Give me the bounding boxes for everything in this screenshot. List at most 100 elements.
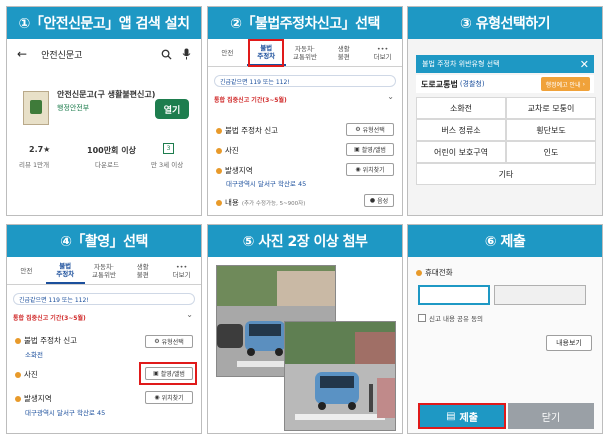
- period-notice: 통합 집중신고 기간(3~5월): [13, 315, 86, 322]
- panel-step-1: ①「안전신문고」앱 검색 설치 ← 안전신문고 안전신문고(구 생활불편신고) …: [6, 6, 202, 216]
- app-stats: 2.7★ 리뷰 1만개 100만회 이상 다운로드 3 만 3세 이상: [7, 143, 201, 185]
- document-icon: ▤: [446, 410, 456, 422]
- phone-input-2[interactable]: [494, 285, 586, 305]
- panel-title: ①「안전신문고」앱 검색 설치: [7, 7, 201, 39]
- tab-safety[interactable]: 안전: [208, 39, 247, 66]
- tab-living-inconvenience[interactable]: 생활 불편: [123, 257, 162, 284]
- item-label: 발생지역: [225, 166, 253, 175]
- checkbox[interactable]: [418, 314, 426, 322]
- dialog-title-bar: 불법 주정차 위반유형 선택 ✕: [416, 55, 594, 73]
- selected-type: 소화전: [25, 351, 43, 359]
- search-text: 안전신문고: [41, 50, 83, 61]
- button-label: 위치찾기: [161, 395, 184, 402]
- rating-sub: 리뷰 1만개: [19, 161, 50, 169]
- emergency-notice: 긴급같으면 119 또는 112!: [13, 293, 195, 305]
- age-sub: 만 3세 이상: [151, 161, 184, 169]
- emergency-notice: 긴급같으면 119 또는 112!: [214, 75, 396, 87]
- option-crosswalk[interactable]: 횡단보도: [506, 119, 596, 141]
- road-law-row: 도로교통법 (경찰청) 행정예고 안내 ›: [416, 75, 594, 93]
- bullet-icon: [216, 167, 222, 174]
- item-photo: 사진: [216, 145, 239, 156]
- chevron-down-icon[interactable]: ⌄: [387, 92, 394, 101]
- search-bar[interactable]: ← 안전신문고: [7, 39, 201, 69]
- panel-step-5: ⑤ 사진 2장 이상 첨부: [207, 224, 403, 434]
- downloads-value: 100만회 이상: [87, 146, 136, 155]
- phone-input-1[interactable]: [418, 285, 490, 305]
- option-school-zone[interactable]: 어린이 보호구역: [416, 141, 506, 163]
- microphone-icon: ●: [369, 197, 376, 204]
- address-text: 대구광역시 달서구 학산로 45: [226, 180, 307, 188]
- camera-icon: ▣: [354, 146, 360, 153]
- tab-safety[interactable]: 안전: [7, 257, 46, 284]
- location-button[interactable]: ◉ 위치찾기: [346, 163, 394, 176]
- period-notice: 통합 집중신고 기간(3~5월): [214, 97, 287, 104]
- street-photo-image: [285, 322, 395, 430]
- button-label: 유형선택: [161, 339, 184, 346]
- voice-button[interactable]: ● 음성: [364, 194, 394, 207]
- item-phone: 휴대전화: [416, 267, 453, 278]
- option-bus-stop[interactable]: 버스 정류소: [416, 119, 506, 141]
- photo-button[interactable]: ▣ 촬영/앨범: [346, 143, 394, 156]
- microphone-icon[interactable]: [182, 48, 191, 60]
- close-button[interactable]: 닫기: [508, 403, 594, 429]
- submit-label: 제출: [459, 412, 478, 424]
- notice-button-label: 행정예고 안내: [545, 81, 581, 89]
- button-label: 유형선택: [362, 127, 385, 134]
- category-tabs: 안전 불법 주정차 자동차· 교통위반 생활 불편 ••• 더보기: [208, 39, 402, 67]
- chevron-right-icon: ›: [582, 80, 585, 88]
- panel-title: ③ 유형선택하기: [408, 7, 602, 39]
- back-arrow-icon[interactable]: ←: [17, 47, 27, 61]
- item-label: 발생지역: [24, 394, 52, 403]
- bullet-icon: [216, 147, 222, 154]
- attached-photo-2[interactable]: [284, 321, 396, 431]
- pin-icon: ◉: [355, 166, 361, 173]
- panel-step-6: ⑥ 제출 휴대전화 신고 내용 공유 동의 내용보기 ▤ 제출 닫기: [407, 224, 603, 434]
- open-button[interactable]: 열기: [155, 99, 189, 119]
- item-label: 불법 주정차 신고: [24, 336, 78, 345]
- view-content-button[interactable]: 내용보기: [546, 335, 592, 351]
- button-label: 위치찾기: [362, 167, 385, 174]
- bullet-icon: [216, 199, 222, 206]
- tab-illegal-parking[interactable]: 불법 주정차: [45, 257, 85, 284]
- search-icon[interactable]: [161, 49, 172, 60]
- item-content: 내용 (추가 수정가능, 5~900자): [216, 197, 305, 208]
- close-icon[interactable]: ✕: [580, 58, 594, 71]
- option-fire-hydrant[interactable]: 소화전: [416, 97, 506, 119]
- type-select-button[interactable]: ⚙ 유형선택: [346, 123, 394, 136]
- button-label: 촬영/앨범: [361, 147, 386, 154]
- submit-button[interactable]: ▤ 제출: [418, 403, 506, 429]
- app-name[interactable]: 안전신문고(구 생활불편신고): [57, 89, 155, 100]
- bullet-icon: [416, 269, 422, 276]
- panel-title: ⑥ 제출: [408, 225, 602, 257]
- option-sidewalk[interactable]: 인도: [506, 141, 596, 163]
- notice-button[interactable]: 행정예고 안내 ›: [540, 77, 590, 91]
- item-label: 불법 주정차 신고: [225, 126, 279, 135]
- highlight-box: [139, 362, 197, 385]
- tab-more[interactable]: ••• 더보기: [363, 39, 402, 66]
- chevron-down-icon[interactable]: ⌄: [186, 310, 193, 319]
- close-label: 닫기: [541, 412, 561, 424]
- tab-traffic-violation[interactable]: 자동차· 교통위반: [85, 257, 124, 284]
- panel-step-3: ③ 유형선택하기 불법 주정차 위반유형 선택 ✕ 도로교통법 (경찰청) 행정…: [407, 6, 603, 216]
- panel-title: ⑤ 사진 2장 이상 첨부: [208, 225, 402, 257]
- app-icon[interactable]: [23, 91, 49, 125]
- filter-icon: ⚙: [154, 338, 160, 345]
- tab-living-inconvenience[interactable]: 생활 불편: [324, 39, 363, 66]
- option-intersection-corner[interactable]: 교차로 모퉁이: [506, 97, 596, 119]
- item-label: 내용: [225, 198, 239, 207]
- rating-value: 2.7★: [29, 145, 51, 154]
- dialog-title: 불법 주정차 위반유형 선택: [422, 60, 500, 68]
- downloads-sub: 다운로드: [95, 161, 119, 169]
- tab-traffic-violation[interactable]: 자동차· 교통위반: [286, 39, 325, 66]
- button-label: 음성: [377, 198, 389, 205]
- tab-more[interactable]: ••• 더보기: [162, 257, 201, 284]
- location-button[interactable]: ◉ 위치찾기: [145, 391, 193, 404]
- option-other[interactable]: 기타: [416, 163, 596, 185]
- address-text: 대구광역시 달서구 학산로 45: [25, 409, 106, 417]
- category-tabs: 안전 불법 주정차 자동차· 교통위반 생활 불편 ••• 더보기: [7, 257, 201, 285]
- item-label: 사진: [225, 146, 239, 155]
- type-select-button[interactable]: ⚙ 유형선택: [145, 335, 193, 348]
- share-consent[interactable]: 신고 내용 공유 동의: [418, 313, 483, 323]
- pin-icon: ◉: [154, 394, 160, 401]
- bullet-icon: [216, 127, 222, 134]
